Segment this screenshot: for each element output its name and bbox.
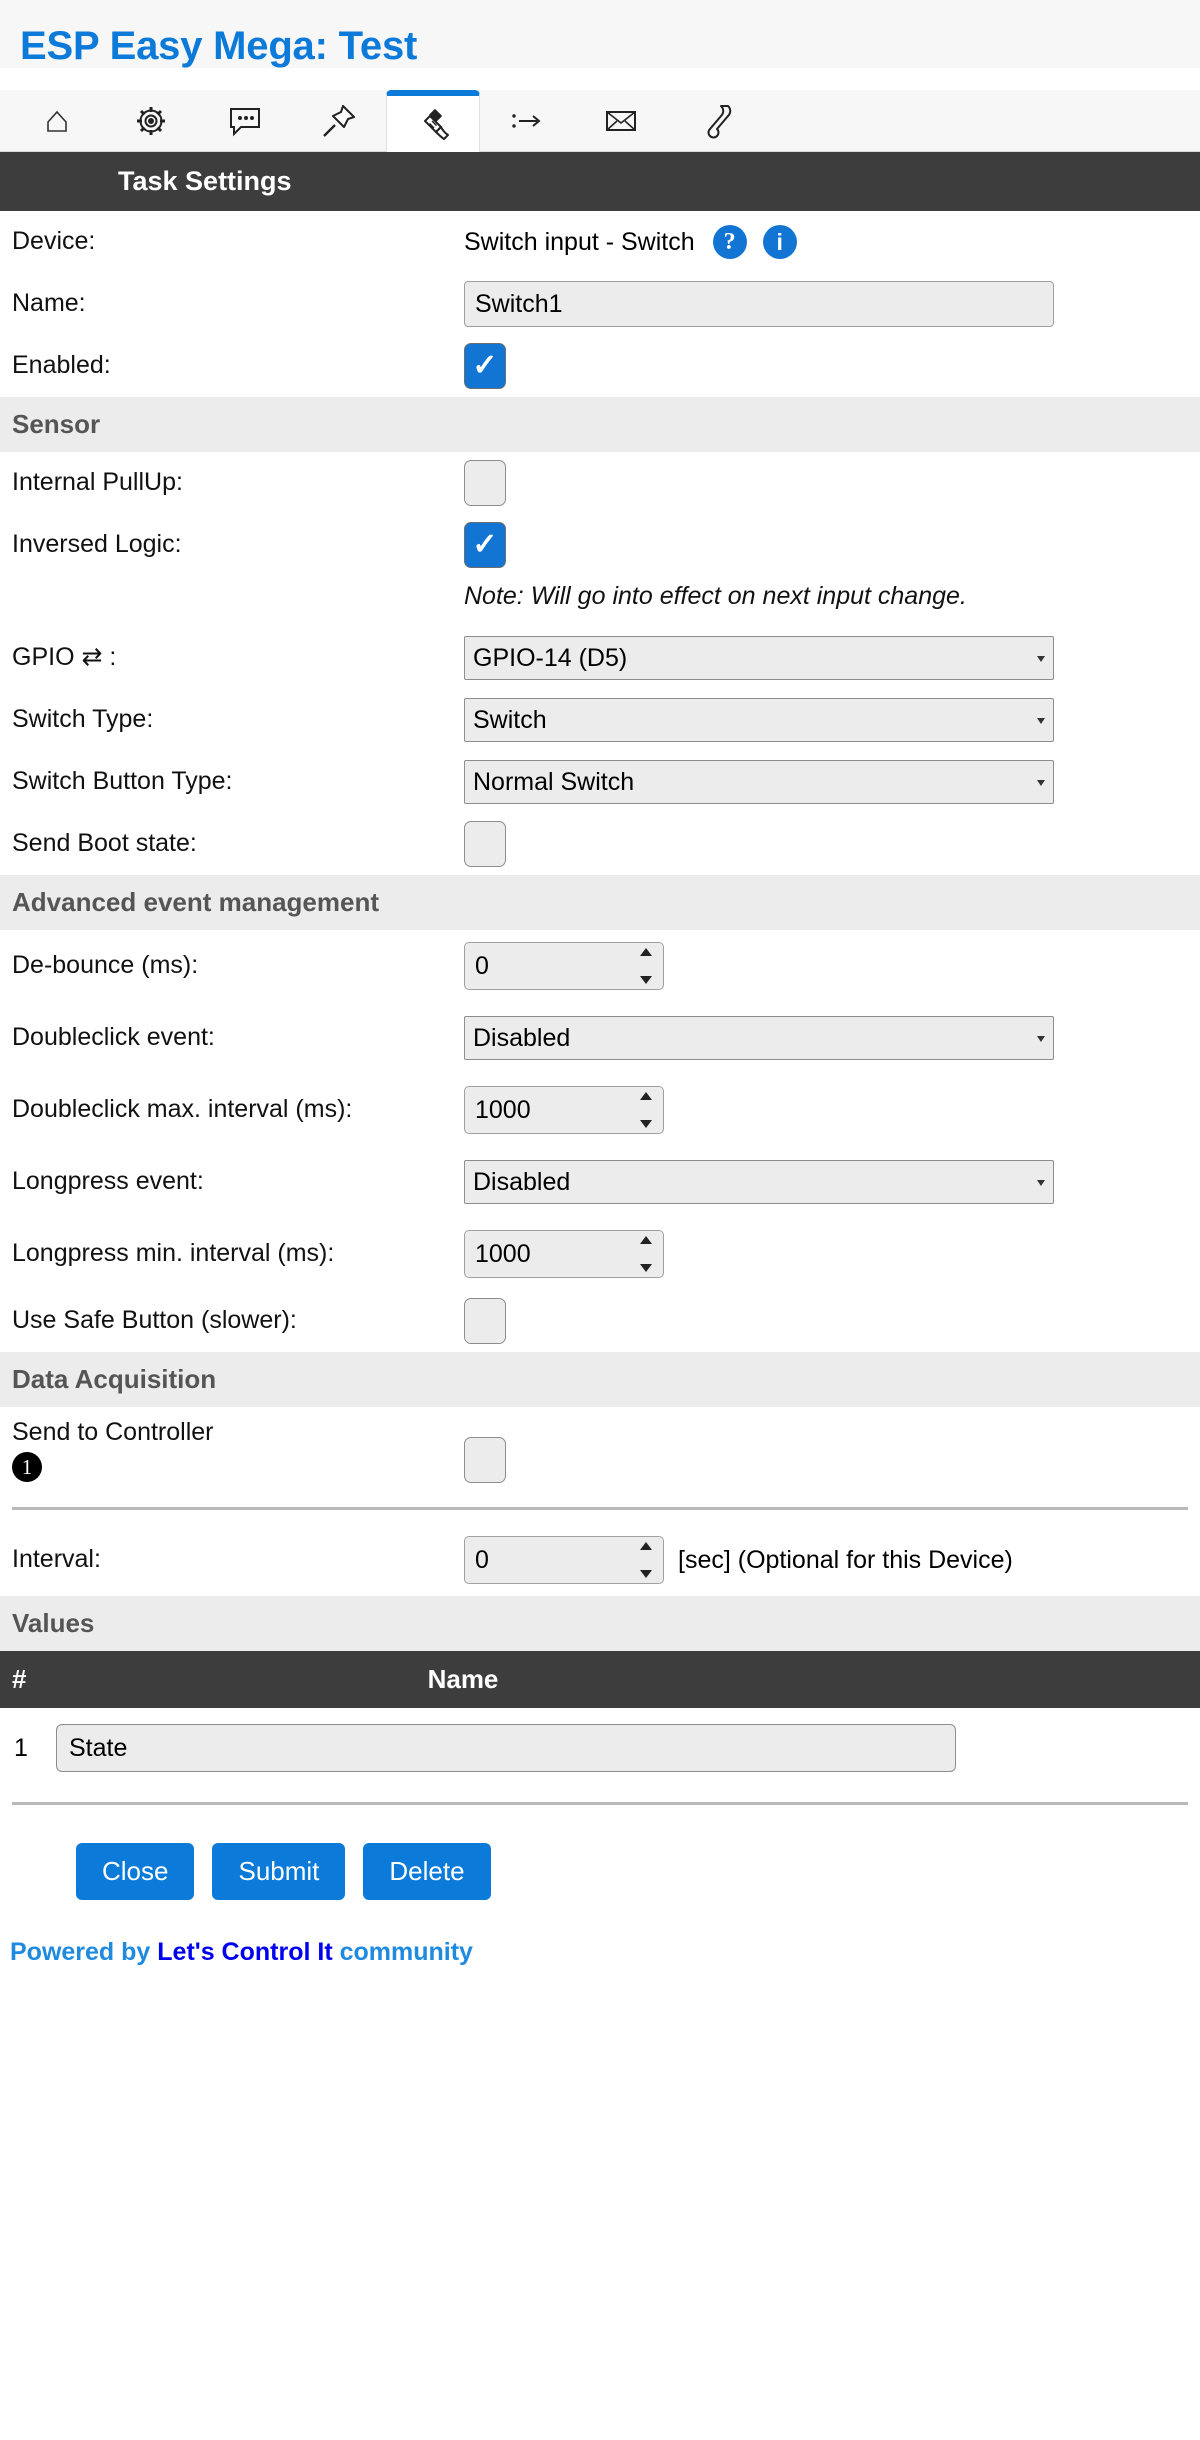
- chat-icon: [227, 105, 263, 137]
- gpio-row: GPIO ⇄ : GPIO-14 (D5): [0, 627, 1200, 689]
- task-name-input[interactable]: [464, 281, 1054, 327]
- tab-tools[interactable]: [668, 91, 762, 151]
- safe-button-label: Use Safe Button (slower):: [12, 1306, 297, 1335]
- tab-config[interactable]: [104, 91, 198, 151]
- tab-notifications[interactable]: [574, 91, 668, 151]
- advanced-section-header: Advanced event management: [0, 875, 1200, 930]
- pin-icon: [320, 102, 358, 140]
- tab-devices[interactable]: [386, 90, 480, 152]
- main-navigation-tabs: [0, 90, 1200, 152]
- form-actions: Close Submit Delete: [0, 1819, 1200, 1910]
- longpress-interval-row: Longpress min. interval (ms):: [0, 1218, 1200, 1290]
- longpress-event-label: Longpress event:: [12, 1167, 204, 1196]
- switch-type-select[interactable]: Switch: [464, 698, 1054, 742]
- sensor-section-header: Sensor: [0, 397, 1200, 452]
- switch-button-type-row: Switch Button Type: Normal Switch: [0, 751, 1200, 813]
- footer-suffix: community: [332, 1938, 473, 1966]
- longpress-event-select[interactable]: Disabled: [464, 1160, 1054, 1204]
- debounce-input[interactable]: [464, 942, 664, 990]
- value-name-input[interactable]: [56, 1724, 956, 1772]
- doubleclick-event-label: Doubleclick event:: [12, 1023, 215, 1052]
- send-boot-state-checkbox[interactable]: ✓: [464, 821, 506, 867]
- task-settings-header: Task Settings: [0, 152, 1200, 211]
- internal-pullup-row: Internal PullUp: ✓: [0, 452, 1200, 514]
- table-row: 1: [0, 1708, 1200, 1788]
- page-title: ESP Easy Mega: Test: [20, 24, 418, 68]
- interval-label: Interval:: [12, 1545, 101, 1574]
- device-label: Device:: [12, 227, 96, 256]
- send-to-controller-checkbox[interactable]: ✓: [464, 1437, 506, 1483]
- values-table-header: # Name: [0, 1651, 1200, 1708]
- longpress-interval-input[interactable]: [464, 1230, 664, 1278]
- delete-button[interactable]: Delete: [363, 1843, 491, 1900]
- internal-pullup-label: Internal PullUp:: [12, 468, 183, 497]
- interval-input[interactable]: [464, 1536, 664, 1584]
- longpress-interval-label: Longpress min. interval (ms):: [12, 1239, 335, 1268]
- footer-prefix: Powered by: [10, 1938, 158, 1966]
- longpress-event-row: Longpress event: Disabled: [0, 1146, 1200, 1218]
- tab-home[interactable]: [10, 91, 104, 151]
- value-row-number: 1: [14, 1733, 28, 1762]
- mail-icon: [604, 108, 638, 134]
- doubleclick-interval-input[interactable]: [464, 1086, 664, 1134]
- doubleclick-event-select[interactable]: Disabled: [464, 1016, 1054, 1060]
- enabled-checkbox[interactable]: ✓: [464, 343, 506, 389]
- interval-unit-label: [sec] (Optional for this Device): [678, 1545, 1013, 1574]
- device-row: Device: Switch input - Switch ? i: [0, 211, 1200, 273]
- divider: [12, 1507, 1188, 1510]
- data-acquisition-header: Data Acquisition: [0, 1352, 1200, 1407]
- controller-index-badge: 1: [12, 1452, 42, 1483]
- lets-control-it-link[interactable]: Let's Control It: [157, 1938, 332, 1966]
- home-icon: [42, 106, 72, 136]
- switch-type-label: Switch Type:: [12, 705, 154, 734]
- inversed-logic-label: Inversed Logic:: [12, 530, 182, 559]
- safe-button-checkbox[interactable]: ✓: [464, 1298, 506, 1344]
- name-row: Name:: [0, 273, 1200, 335]
- send-to-controller-label: Send to Controller: [12, 1418, 214, 1446]
- send-boot-state-row: Send Boot state: ✓: [0, 813, 1200, 875]
- switch-type-row: Switch Type: Switch: [0, 689, 1200, 751]
- gpio-select[interactable]: GPIO-14 (D5): [464, 636, 1054, 680]
- help-icon[interactable]: ?: [712, 225, 747, 259]
- interval-row: Interval: [sec] (Optional for this Devic…: [0, 1524, 1200, 1596]
- inversed-logic-checkbox[interactable]: ✓: [464, 522, 506, 568]
- divider-bottom: [12, 1802, 1188, 1805]
- inversed-logic-note: Note: Will go into effect on next input …: [464, 582, 967, 610]
- tab-controllers[interactable]: [198, 91, 292, 151]
- plug-icon: [414, 105, 452, 143]
- doubleclick-interval-row: Doubleclick max. interval (ms):: [0, 1074, 1200, 1146]
- debounce-row: De-bounce (ms):: [0, 930, 1200, 1002]
- close-button[interactable]: Close: [76, 1843, 195, 1900]
- column-header-number: #: [12, 1664, 27, 1694]
- enabled-row: Enabled: ✓: [0, 335, 1200, 397]
- doubleclick-interval-label: Doubleclick max. interval (ms):: [12, 1095, 353, 1124]
- internal-pullup-checkbox[interactable]: ✓: [464, 460, 506, 506]
- inversed-logic-row: Inversed Logic: ✓: [0, 514, 1200, 576]
- values-section-header: Values: [0, 1596, 1200, 1651]
- switch-button-type-label: Switch Button Type:: [12, 767, 233, 796]
- page-footer: Powered by Let's Control It community: [0, 1910, 1200, 1991]
- safe-button-row: Use Safe Button (slower): ✓: [0, 1290, 1200, 1352]
- page-header: ESP Easy Mega: Test: [0, 0, 1200, 68]
- info-icon[interactable]: i: [762, 225, 797, 259]
- rules-arrow-icon: [509, 107, 545, 135]
- tab-rules[interactable]: [480, 91, 574, 151]
- enabled-label: Enabled:: [12, 351, 111, 380]
- name-label: Name:: [12, 289, 86, 318]
- tab-hardware[interactable]: [292, 91, 386, 151]
- column-header-name: Name: [427, 1664, 499, 1694]
- gpio-label: GPIO ⇄ :: [12, 643, 117, 672]
- wrench-icon: [697, 102, 733, 140]
- submit-button[interactable]: Submit: [212, 1843, 346, 1900]
- device-value: Switch input - Switch: [464, 227, 695, 256]
- gear-icon: [133, 103, 169, 139]
- debounce-label: De-bounce (ms):: [12, 951, 199, 980]
- switch-button-type-select[interactable]: Normal Switch: [464, 760, 1054, 804]
- send-boot-state-label: Send Boot state:: [12, 829, 197, 858]
- send-to-controller-row: Send to Controller 1 ✓: [0, 1407, 1200, 1493]
- doubleclick-event-row: Doubleclick event: Disabled: [0, 1002, 1200, 1074]
